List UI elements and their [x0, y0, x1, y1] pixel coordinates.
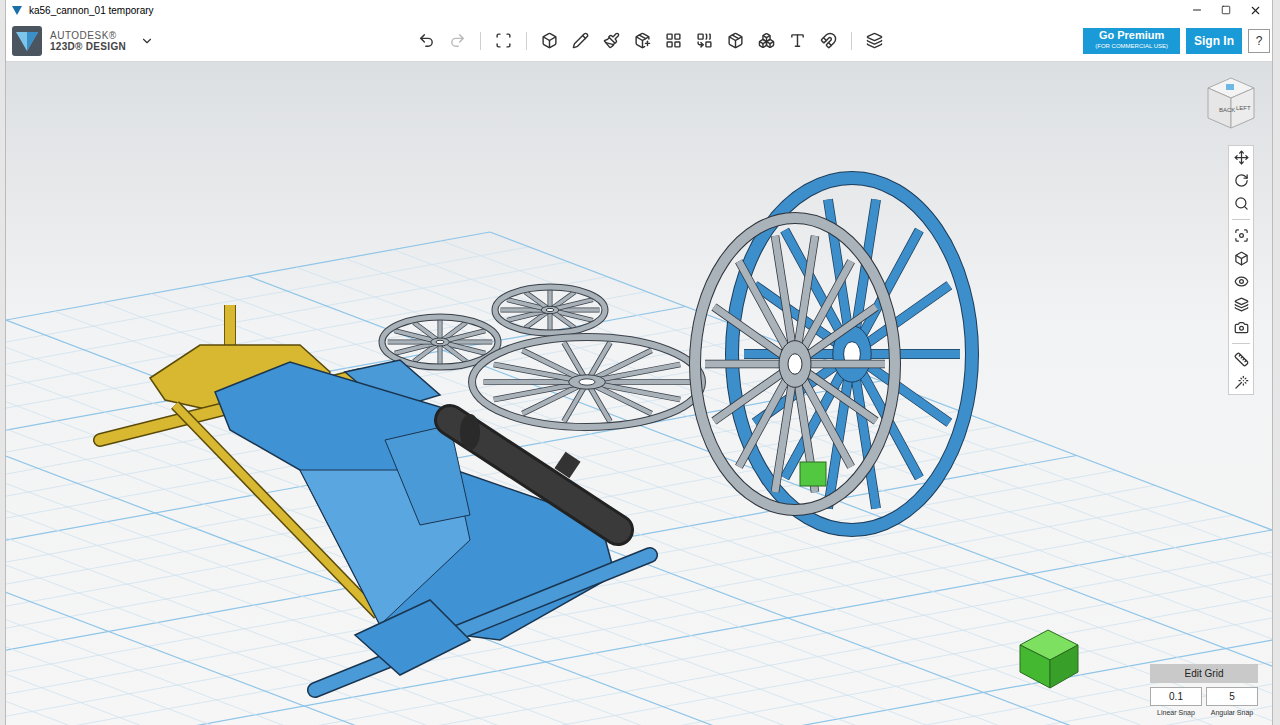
tool-icon[interactable] [727, 32, 744, 49]
tool-icon[interactable] [665, 32, 682, 49]
nav-tool-icon[interactable] [1234, 320, 1249, 335]
layers-icon[interactable] [866, 32, 883, 49]
nav-tool-icon[interactable] [1234, 251, 1249, 266]
viewport[interactable]: BACKLEFT Edit Grid 0.1 Linear Snap 5 Angular … [6, 62, 1272, 725]
nav-tool-icon[interactable] [1234, 196, 1249, 211]
scene-canvas[interactable] [6, 62, 1272, 725]
small-wheel[interactable] [495, 287, 605, 333]
flat-wheel[interactable] [472, 337, 702, 427]
barrel[interactable] [450, 414, 618, 530]
edit-grid-panel: Edit Grid 0.1 Linear Snap 5 Angular Snap [1150, 664, 1258, 719]
nav-tool-icon[interactable] [1234, 352, 1249, 367]
undo-icon[interactable] [418, 32, 435, 49]
snap-label: Linear Snap [1157, 708, 1195, 719]
nav-tool-icon[interactable] [1234, 274, 1249, 289]
tool-icon[interactable] [758, 32, 775, 49]
nav-tool-icon[interactable] [1234, 150, 1249, 165]
upright-wheel[interactable] [695, 218, 895, 510]
window-title: ka56_cannon_01 temporary [29, 3, 154, 18]
nav-tool-icon[interactable] [1234, 173, 1249, 188]
grid-floor [6, 232, 1272, 725]
close-icon[interactable] [1249, 4, 1262, 17]
snap-label: Angular Snap [1211, 708, 1253, 719]
tool-icon[interactable] [696, 32, 713, 49]
green-cube[interactable] [1020, 630, 1078, 688]
brand[interactable]: AUTODESK®123D® DESIGN [50, 30, 126, 52]
toolbar: AUTODESK®123D® DESIGN Go Premium(FOR COMM… [6, 20, 1272, 62]
svg-text:BACK: BACK [1219, 107, 1235, 113]
nav-tool-icon[interactable] [1234, 375, 1249, 390]
menu-chevron-icon[interactable] [140, 34, 154, 48]
tool-icon[interactable] [634, 32, 651, 49]
snap-input[interactable]: 5 [1206, 687, 1258, 706]
app-icon [11, 4, 23, 16]
nav-tool-icon[interactable] [1234, 228, 1249, 243]
green-marker[interactable] [800, 462, 826, 486]
logo-icon[interactable] [12, 26, 42, 56]
edit-grid-button[interactable]: Edit Grid [1150, 664, 1258, 683]
nav-tool-icon[interactable] [1234, 297, 1249, 312]
snap-input[interactable]: 0.1 [1150, 687, 1202, 706]
tool-icon[interactable] [789, 32, 806, 49]
app-window: ka56_cannon_01 temporary AUTODESK®123D® D… [6, 0, 1272, 725]
go-premium-button[interactable]: Go Premium(FOR COMMERCIAL USE) [1083, 28, 1180, 54]
title-bar: ka56_cannon_01 temporary [6, 0, 1272, 20]
navigation-bar [1228, 145, 1254, 395]
minimize-icon[interactable] [1191, 4, 1203, 16]
maximize-icon[interactable] [1221, 5, 1231, 15]
tool-icon[interactable] [603, 32, 620, 49]
svg-text:LEFT: LEFT [1236, 105, 1251, 111]
sign-in-button[interactable]: Sign In [1186, 28, 1242, 54]
background-window-right [1272, 0, 1280, 725]
screen: ka56_cannon_01 temporary AUTODESK®123D® D… [0, 0, 1280, 725]
redo-icon[interactable] [449, 32, 466, 49]
view-cube[interactable]: BACKLEFT [1206, 76, 1256, 130]
carriage[interactable] [215, 360, 650, 690]
tool-icon[interactable] [572, 32, 589, 49]
tool-icon[interactable] [541, 32, 558, 49]
tool-icon[interactable] [820, 32, 837, 49]
select-icon[interactable] [495, 32, 512, 49]
help-button[interactable]: ? [1248, 29, 1270, 53]
